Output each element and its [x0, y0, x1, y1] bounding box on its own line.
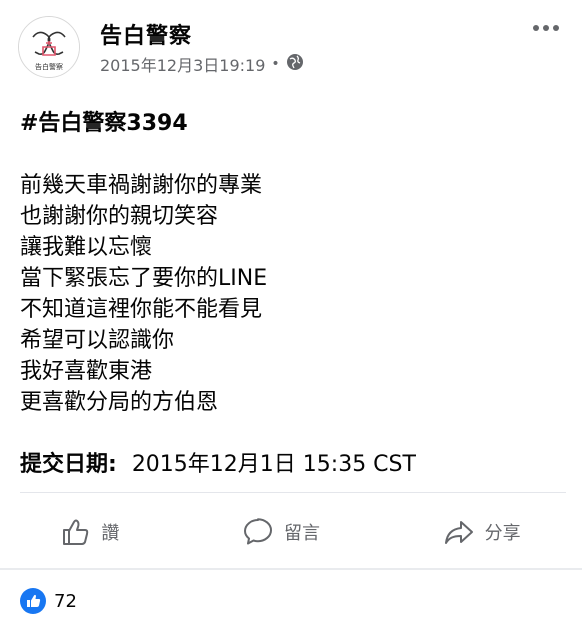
post-header: 告白警察 告白警察 2015年12月3日19:19 • — [18, 14, 564, 78]
more-options-button[interactable] — [528, 14, 564, 42]
confession-police-logo-icon: 告白警察 — [19, 17, 79, 77]
post-line: 我好喜歡東港 — [20, 359, 153, 384]
share-arrow-icon — [444, 521, 473, 544]
thumbs-up-icon — [63, 519, 89, 545]
post-footer: 72 — [0, 570, 582, 642]
comment-button[interactable]: 留言 — [228, 511, 334, 553]
submit-date: 提交日期: 2015年12月1日 15:35 CST — [20, 449, 560, 480]
like-label: 讚 — [101, 523, 120, 544]
post-card: 告白警察 告白警察 2015年12月3日19:19 • #告白警察3394 前幾… — [0, 0, 582, 568]
globe-icon[interactable] — [286, 53, 304, 75]
reactions-summary[interactable]: 72 — [20, 588, 77, 614]
share-button[interactable]: 分享 — [429, 511, 535, 553]
share-label: 分享 — [484, 523, 521, 544]
like-reaction-icon — [20, 588, 46, 614]
reaction-count: 72 — [54, 590, 77, 612]
post-line: 也謝謝你的親切笑容 — [20, 204, 219, 229]
comment-bubble-icon — [243, 518, 272, 545]
post-body: #告白警察3394 前幾天車禍謝謝你的專業 也謝謝你的親切笑容 讓我難以忘懷 當… — [20, 108, 560, 480]
post-line: 不知道這裡你能不能看見 — [20, 297, 263, 322]
page-avatar[interactable]: 告白警察 — [18, 16, 80, 78]
like-button[interactable]: 讚 — [47, 511, 133, 553]
avatar-logo-text: 告白警察 — [35, 62, 63, 71]
submit-date-value: 2015年12月1日 15:35 CST — [131, 452, 416, 477]
comment-label: 留言 — [283, 523, 320, 544]
post-line: 希望可以認識你 — [20, 328, 175, 353]
post-line: 前幾天車禍謝謝你的專業 — [20, 173, 263, 198]
submit-date-label: 提交日期: — [20, 452, 117, 477]
actions-divider — [20, 492, 566, 493]
post-line: 更喜歡分局的方伯恩 — [20, 390, 219, 415]
post-line: 當下緊張忘了要你的LINE — [20, 266, 268, 291]
meta-separator: • — [271, 56, 280, 72]
post-meta: 2015年12月3日19:19 • — [100, 52, 304, 76]
post-timestamp[interactable]: 2015年12月3日19:19 — [100, 52, 265, 76]
post-line: 讓我難以忘懷 — [20, 235, 153, 260]
post-actions: 讚 留言 分享 — [0, 498, 582, 566]
page-name[interactable]: 告白警察 — [100, 18, 192, 50]
post-hashtag[interactable]: #告白警察3394 — [20, 108, 560, 139]
more-dots-icon — [533, 25, 559, 31]
